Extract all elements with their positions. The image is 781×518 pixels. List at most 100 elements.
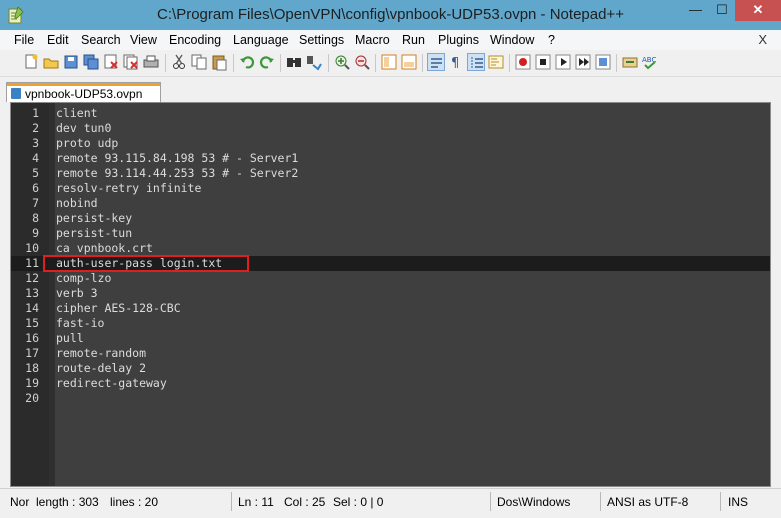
line-text[interactable]: nobind <box>56 196 98 211</box>
code-line[interactable]: 5 remote 93.114.44.253 53 # - Server2 <box>11 166 770 181</box>
code-line[interactable]: 9 persist-tun <box>11 226 770 241</box>
line-text[interactable]: route-delay 2 <box>56 361 146 376</box>
code-line[interactable]: 17 remote-random <box>11 346 770 361</box>
menu-help[interactable]: ? <box>548 33 555 47</box>
menu-encoding[interactable]: Encoding <box>169 33 221 47</box>
play-multiple-macro-icon[interactable] <box>574 53 592 71</box>
line-text[interactable]: ca vpnbook.crt <box>56 241 153 256</box>
indent-guide-icon[interactable] <box>467 53 485 71</box>
sync-horizontal-icon[interactable] <box>400 53 418 71</box>
open-file-icon[interactable] <box>42 53 60 71</box>
spell-check-icon[interactable]: ABC <box>641 53 659 71</box>
code-line[interactable]: 2 dev tun0 <box>11 121 770 136</box>
code-line[interactable]: 6 resolv-retry infinite <box>11 181 770 196</box>
line-text[interactable]: client <box>56 106 98 121</box>
line-text[interactable]: remote-random <box>56 346 146 361</box>
stop-macro-icon[interactable] <box>534 53 552 71</box>
code-line[interactable]: 20 <box>11 391 770 406</box>
line-number: 16 <box>25 331 39 345</box>
minimize-button[interactable]: — <box>682 0 709 21</box>
code-line[interactable]: 15 fast-io <box>11 316 770 331</box>
record-macro-icon[interactable] <box>514 53 532 71</box>
line-text[interactable]: pull <box>56 331 84 346</box>
status-separator <box>231 492 232 511</box>
replace-icon[interactable] <box>305 53 323 71</box>
line-text[interactable]: proto udp <box>56 136 118 151</box>
line-text[interactable]: resolv-retry infinite <box>56 181 201 196</box>
line-text[interactable]: fast-io <box>56 316 104 331</box>
find-icon[interactable] <box>285 53 303 71</box>
redo-icon[interactable] <box>258 53 276 71</box>
line-number: 6 <box>32 181 39 195</box>
code-line[interactable]: 13 verb 3 <box>11 286 770 301</box>
close-document-button[interactable]: X <box>758 32 767 47</box>
show-all-characters-icon[interactable]: ¶ <box>447 53 465 71</box>
save-macro-icon[interactable] <box>594 53 612 71</box>
tab-vpnbook-udp53[interactable]: vpnbook-UDP53.ovpn <box>6 82 161 102</box>
paste-icon[interactable] <box>210 53 228 71</box>
line-text[interactable]: comp-lzo <box>56 271 111 286</box>
code-line[interactable]: 18 route-delay 2 <box>11 361 770 376</box>
close-button[interactable]: ✕ <box>735 0 781 21</box>
status-eol-format[interactable]: Dos\Windows <box>497 495 570 509</box>
menu-file[interactable]: File <box>14 33 34 47</box>
launch-icon[interactable] <box>621 53 639 71</box>
code-line[interactable]: 19 redirect-gateway <box>11 376 770 391</box>
play-macro-icon[interactable] <box>554 53 572 71</box>
menu-plugins[interactable]: Plugins <box>438 33 479 47</box>
cut-icon[interactable] <box>170 53 188 71</box>
line-text[interactable]: remote 93.114.44.253 53 # - Server2 <box>56 166 298 181</box>
save-all-icon[interactable] <box>82 53 100 71</box>
status-bar: Nor length : 303 lines : 20 Ln : 11 Col … <box>0 488 781 518</box>
line-text[interactable]: persist-tun <box>56 226 132 241</box>
code-line[interactable]: 4 remote 93.115.84.198 53 # - Server1 <box>11 151 770 166</box>
status-separator <box>490 492 491 511</box>
line-text[interactable]: remote 93.115.84.198 53 # - Server1 <box>56 151 298 166</box>
menu-search[interactable]: Search <box>81 33 121 47</box>
line-number: 15 <box>25 316 39 330</box>
status-insert-mode[interactable]: INS <box>728 495 748 509</box>
zoom-out-icon[interactable] <box>353 53 371 71</box>
zoom-in-icon[interactable] <box>333 53 351 71</box>
menu-window[interactable]: Window <box>490 33 534 47</box>
line-text[interactable]: cipher AES-128-CBC <box>56 301 181 316</box>
close-file-icon[interactable] <box>102 53 120 71</box>
line-text[interactable]: verb 3 <box>56 286 98 301</box>
code-line[interactable]: 10 ca vpnbook.crt <box>11 241 770 256</box>
maximize-button[interactable]: ☐ <box>709 0 735 21</box>
word-wrap-icon[interactable] <box>427 53 445 71</box>
line-number: 8 <box>32 211 39 225</box>
status-lines: lines : 20 <box>110 495 159 509</box>
line-number: 1 <box>32 106 39 120</box>
sync-vertical-icon[interactable] <box>380 53 398 71</box>
menu-language[interactable]: Language <box>233 33 289 47</box>
new-file-icon[interactable] <box>22 53 40 71</box>
code-line[interactable]: 16 pull <box>11 331 770 346</box>
copy-icon[interactable] <box>190 53 208 71</box>
undo-icon[interactable] <box>238 53 256 71</box>
menu-macro[interactable]: Macro <box>355 33 390 47</box>
close-all-icon[interactable] <box>122 53 140 71</box>
line-text[interactable]: redirect-gateway <box>56 376 167 391</box>
print-icon[interactable] <box>142 53 160 71</box>
menu-edit[interactable]: Edit <box>47 33 69 47</box>
line-number: 3 <box>32 136 39 150</box>
code-line[interactable]: 12 comp-lzo <box>11 271 770 286</box>
svg-text:¶: ¶ <box>451 56 459 71</box>
code-line[interactable]: 3 proto udp <box>11 136 770 151</box>
status-encoding[interactable]: ANSI as UTF-8 <box>607 495 688 509</box>
code-line[interactable]: 14 cipher AES-128-CBC <box>11 301 770 316</box>
menu-view[interactable]: View <box>130 33 157 47</box>
code-line[interactable]: 8 persist-key <box>11 211 770 226</box>
menu-settings[interactable]: Settings <box>299 33 344 47</box>
save-icon[interactable] <box>62 53 80 71</box>
annotation-highlight-box <box>43 255 249 272</box>
title-bar[interactable]: C:\Program Files\OpenVPN\config\vpnbook-… <box>0 0 781 30</box>
editor[interactable]: 1 client 2 dev tun0 3 proto udp 4 remote 93.… <box>10 102 771 487</box>
code-line[interactable]: 1 client <box>11 106 770 121</box>
line-text[interactable]: persist-key <box>56 211 132 226</box>
code-line[interactable]: 7 nobind <box>11 196 770 211</box>
document-map-icon[interactable] <box>487 53 505 71</box>
menu-run[interactable]: Run <box>402 33 425 47</box>
line-text[interactable]: dev tun0 <box>56 121 111 136</box>
